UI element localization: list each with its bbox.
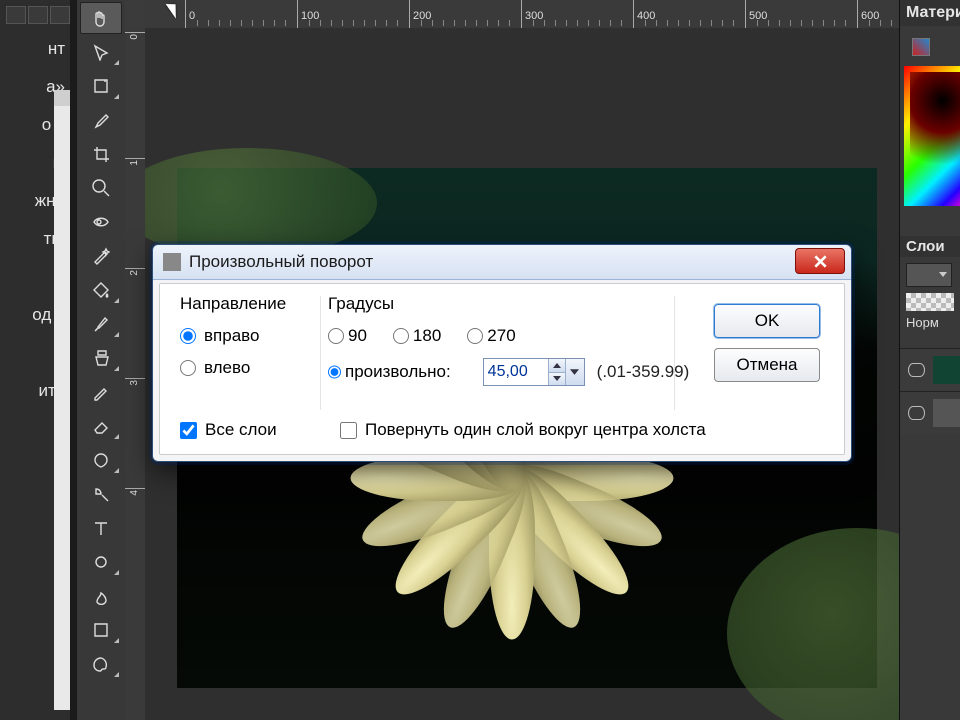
degrees-90-label: 90 <box>348 326 367 346</box>
direction-left-label: влево <box>204 358 250 378</box>
smudge-tool[interactable] <box>80 580 122 612</box>
eraser-tool[interactable] <box>80 410 122 442</box>
rotate-single-checkbox[interactable] <box>340 422 357 439</box>
selection-tool[interactable] <box>80 70 122 102</box>
pencil-tool[interactable] <box>80 376 122 408</box>
maximize-button[interactable] <box>28 6 48 24</box>
degrees-range-hint: (.01-359.99) <box>597 362 690 382</box>
palette-tool[interactable] <box>80 648 122 680</box>
layers-panel-title: Слои <box>900 236 960 257</box>
crop-tool[interactable] <box>80 138 122 170</box>
close-button[interactable] <box>50 6 70 24</box>
all-layers-checkbox[interactable] <box>180 422 197 439</box>
clone-tool[interactable] <box>80 342 122 374</box>
dialog-titlebar[interactable]: Произвольный поворот <box>153 245 851 280</box>
horizontal-ruler: 0100200300400500600 <box>145 0 900 28</box>
gradient-tool[interactable] <box>80 614 122 646</box>
degrees-spinner <box>483 358 585 386</box>
move-tool[interactable] <box>80 36 122 68</box>
layers-panel-menu[interactable] <box>906 263 952 287</box>
degrees-180-label: 180 <box>413 326 441 346</box>
layer-visibility-icon[interactable] <box>908 363 925 377</box>
rotate-single-row: Повернуть один слой вокруг центра холста <box>340 420 706 440</box>
degrees-180-radio[interactable] <box>393 328 409 344</box>
color-picker-marker[interactable] <box>934 80 948 94</box>
foreground-swatch[interactable] <box>912 38 930 56</box>
redeye-tool[interactable] <box>80 206 122 238</box>
rotate-single-label: Повернуть один слой вокруг центра холста <box>365 420 706 440</box>
left-panel-scrollbar[interactable] <box>54 90 70 710</box>
minimize-button[interactable] <box>6 6 26 24</box>
dialog-close-button[interactable] <box>795 248 845 274</box>
airbrush-tool[interactable] <box>80 478 122 510</box>
all-layers-row: Все слои <box>180 420 277 440</box>
direction-group: Направление вправо влево <box>180 294 320 390</box>
degrees-input[interactable] <box>484 359 548 385</box>
dialog-title-text: Произвольный поворот <box>189 252 373 272</box>
layer-row[interactable] <box>900 348 960 391</box>
degrees-270-label: 270 <box>487 326 515 346</box>
toolbox <box>77 0 126 720</box>
text-tool[interactable] <box>80 512 122 544</box>
layer-opacity-preview <box>906 293 954 311</box>
degrees-90-radio[interactable] <box>328 328 344 344</box>
free-rotate-dialog: Произвольный поворот Направление вправо … <box>152 244 852 462</box>
close-icon <box>814 255 827 268</box>
degrees-label: Градусы <box>328 294 668 314</box>
degrees-free-radio[interactable] <box>328 364 341 380</box>
direction-label: Направление <box>180 294 320 314</box>
layer-visibility-icon[interactable] <box>908 406 925 420</box>
degrees-group: Градусы 90 180 270 произвольно: <box>328 294 668 398</box>
direction-right-radio[interactable] <box>180 328 196 344</box>
layer-row[interactable] <box>900 391 960 434</box>
degrees-270-radio[interactable] <box>467 328 483 344</box>
zoom-tool[interactable] <box>80 172 122 204</box>
vertical-ruler: 01234 <box>125 28 145 720</box>
direction-right-label: вправо <box>204 326 259 346</box>
ok-button[interactable]: OK <box>714 304 820 338</box>
left-docked-panel: нта»о выжноть,уод виитея <box>0 0 70 720</box>
dropper-tool[interactable] <box>80 104 122 136</box>
spinner-dropdown-button[interactable] <box>565 359 584 385</box>
flood-fill-tool[interactable] <box>80 274 122 306</box>
retouch-tool[interactable] <box>80 444 122 476</box>
all-layers-label: Все слои <box>205 420 277 440</box>
shape-tool[interactable] <box>80 546 122 578</box>
layer-thumbnail <box>933 356 960 384</box>
pan-tool[interactable] <box>80 2 122 34</box>
left-panel-window-controls <box>0 6 66 28</box>
spinner-down-button[interactable] <box>549 372 565 386</box>
dialog-icon <box>163 253 181 271</box>
color-picker-gradient[interactable] <box>904 66 960 206</box>
degrees-free-label: произвольно: <box>345 362 451 382</box>
spinner-up-button[interactable] <box>549 359 565 372</box>
direction-left-radio[interactable] <box>180 360 196 376</box>
materials-panel-title: Матери <box>900 0 960 26</box>
right-docked-panels: Матери Слои Норм <box>899 0 960 720</box>
brush-tool[interactable] <box>80 308 122 340</box>
cancel-button[interactable]: Отмена <box>714 348 820 382</box>
magic-wand-tool[interactable] <box>80 240 122 272</box>
blend-mode-select[interactable]: Норм <box>900 315 960 330</box>
scroll-up-button[interactable] <box>54 90 70 106</box>
layer-thumbnail <box>933 399 960 427</box>
